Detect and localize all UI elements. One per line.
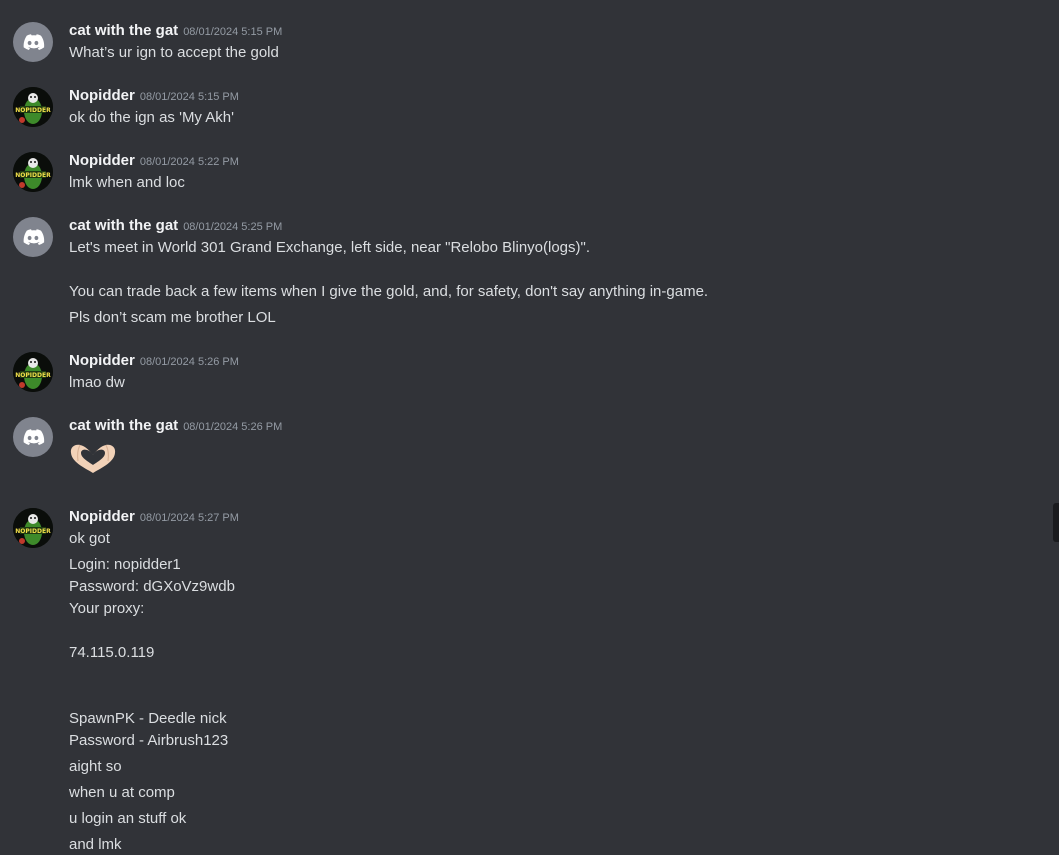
message-text: Password: dGXoVz9wdb	[69, 578, 235, 595]
message-header: Nopidder 08/01/2024 5:15 PM	[69, 87, 239, 105]
svg-text:NOPIDDER: NOPIDDER	[15, 172, 51, 179]
discord-icon[interactable]	[13, 22, 53, 62]
nopidder-avatar-icon[interactable]: NOPIDDER	[13, 152, 53, 192]
author-name[interactable]: cat with the gat	[69, 22, 178, 39]
discord-icon[interactable]	[13, 417, 53, 457]
message-text: lmao dw	[69, 374, 125, 391]
author-name[interactable]: Nopidder	[69, 152, 135, 169]
message-header: Nopidder 08/01/2024 5:22 PM	[69, 152, 239, 170]
svg-text:NOPIDDER: NOPIDDER	[15, 372, 51, 379]
message-header: Nopidder 08/01/2024 5:26 PM	[69, 352, 239, 370]
heart-hands-icon[interactable]	[69, 443, 117, 475]
svg-text:NOPIDDER: NOPIDDER	[15, 107, 51, 114]
timestamp[interactable]: 08/01/2024 5:26 PM	[183, 421, 282, 433]
message-text: Your proxy:	[69, 600, 145, 617]
message-text: Login: nopidder1	[69, 556, 181, 573]
message-header: Nopidder 08/01/2024 5:27 PM	[69, 508, 239, 526]
svg-text:NOPIDDER: NOPIDDER	[15, 528, 51, 535]
message-text: Pls don’t scam me brother LOL	[69, 309, 276, 326]
timestamp[interactable]: 08/01/2024 5:15 PM	[140, 91, 239, 103]
message-text: What’s ur ign to accept the gold	[69, 44, 279, 61]
scrollbar-thumb[interactable]	[1053, 503, 1059, 542]
timestamp[interactable]: 08/01/2024 5:25 PM	[183, 221, 282, 233]
message-text: SpawnPK - Deedle nick	[69, 710, 227, 727]
discord-icon[interactable]	[13, 217, 53, 257]
message-header: cat with the gat 08/01/2024 5:25 PM	[69, 217, 282, 235]
message-text: You can trade back a few items when I gi…	[69, 283, 709, 300]
author-name[interactable]: cat with the gat	[69, 217, 178, 234]
message-header: cat with the gat 08/01/2024 5:15 PM	[69, 22, 282, 40]
message-text: Password - Airbrush123	[69, 732, 229, 749]
author-name[interactable]: Nopidder	[69, 352, 135, 369]
message-header: cat with the gat 08/01/2024 5:26 PM	[69, 417, 282, 435]
nopidder-avatar-icon[interactable]: NOPIDDER	[13, 352, 53, 392]
message-text: 74.115.0.119	[69, 644, 155, 661]
author-name[interactable]: cat with the gat	[69, 417, 178, 434]
timestamp[interactable]: 08/01/2024 5:22 PM	[140, 156, 239, 168]
nopidder-avatar-icon[interactable]: NOPIDDER	[13, 508, 53, 548]
message-text: when u at comp	[69, 784, 175, 801]
timestamp[interactable]: 08/01/2024 5:15 PM	[183, 26, 282, 38]
message-text: ok got	[69, 530, 110, 547]
author-name[interactable]: Nopidder	[69, 508, 135, 525]
nopidder-avatar-icon[interactable]: NOPIDDER	[13, 87, 53, 127]
message-text: Let's meet in World 301 Grand Exchange, …	[69, 239, 591, 256]
message-text: ok do the ign as 'My Akh'	[69, 109, 234, 126]
author-name[interactable]: Nopidder	[69, 87, 135, 104]
message-text: and lmk	[69, 836, 122, 853]
timestamp[interactable]: 08/01/2024 5:27 PM	[140, 512, 239, 524]
message-text: u login an stuff ok	[69, 810, 187, 827]
timestamp[interactable]: 08/01/2024 5:26 PM	[140, 356, 239, 368]
message-text: aight so	[69, 758, 122, 775]
message-text: lmk when and loc	[69, 174, 185, 191]
